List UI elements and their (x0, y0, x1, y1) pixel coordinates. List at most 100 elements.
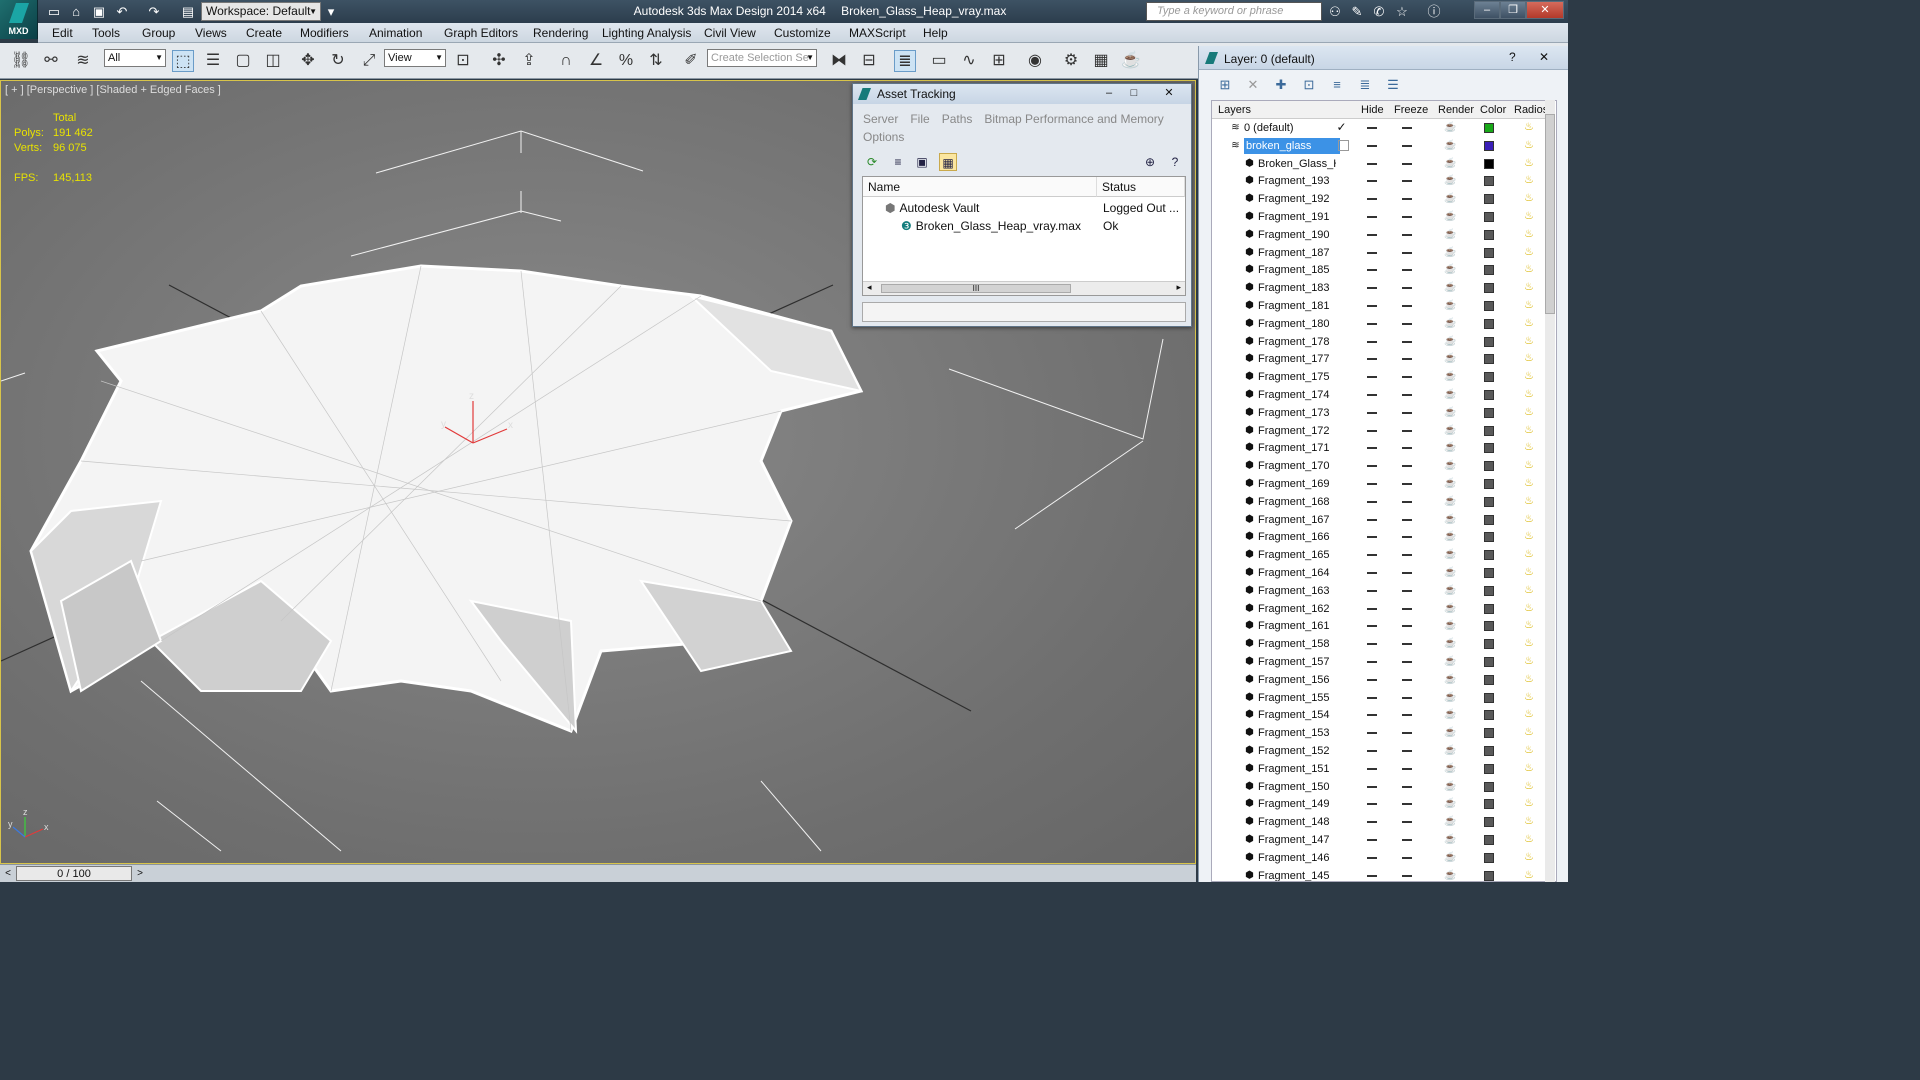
new-file-icon[interactable]: ▭ (45, 3, 63, 20)
layer-color-swatch[interactable] (1484, 390, 1494, 400)
freeze-toggle[interactable] (1402, 340, 1412, 343)
table-row[interactable]: ❸ Broken_Glass_Heap_vray.max (901, 217, 1097, 235)
add-to-layer-icon[interactable]: ✚ (1271, 76, 1291, 94)
radiosity-icon[interactable]: ♨ (1524, 298, 1538, 313)
layer-color-swatch[interactable] (1484, 657, 1494, 667)
viewport-label-menu[interactable]: [ + ] [Perspective ] [Shaded + Edged Fac… (5, 84, 221, 96)
hide-toggle[interactable] (1367, 572, 1377, 574)
freeze-all-layers-icon[interactable]: ☰ (1383, 76, 1403, 94)
select-and-link-icon[interactable]: ⛓ (10, 50, 32, 72)
workspace-select[interactable]: Workspace: Default ▼ (201, 2, 321, 21)
radiosity-icon[interactable]: ♨ (1524, 245, 1538, 260)
hide-toggle[interactable] (1367, 198, 1377, 201)
layer-row[interactable]: ⬢ Fragment_146 ☕ ♨ (1212, 849, 1546, 867)
render-teapot-icon[interactable]: ☕ (1444, 709, 1456, 720)
render-teapot-icon[interactable]: ☕ (1444, 656, 1456, 667)
layer-row[interactable]: ⬢ Fragment_162 ☕ ♨ (1212, 600, 1546, 618)
radiosity-icon[interactable]: ♨ (1524, 779, 1538, 794)
time-slider-previous-button[interactable]: < (2, 867, 14, 881)
layer-row[interactable]: ⬢ Fragment_165 ☕ ♨ (1212, 546, 1546, 564)
render-teapot-icon[interactable]: ☕ (1444, 300, 1456, 311)
layer-row[interactable]: ⬢ Fragment_187 ☕ ♨ (1212, 244, 1546, 262)
render-teapot-icon[interactable]: ☕ (1444, 389, 1456, 400)
layer-row[interactable]: ⬢ Fragment_168 ☕ ♨ (1212, 493, 1546, 511)
layer-color-swatch[interactable] (1484, 621, 1494, 632)
freeze-toggle[interactable] (1402, 358, 1412, 361)
layer-row[interactable]: ≋ 0 (default) ✓ ☕ ♨ (1212, 119, 1546, 137)
menu-maxscript[interactable]: MAXScript (849, 26, 906, 40)
layer-color-swatch[interactable] (1484, 728, 1494, 739)
freeze-toggle[interactable] (1402, 661, 1412, 663)
radiosity-icon[interactable]: ♨ (1524, 369, 1538, 384)
radiosity-icon[interactable]: ♨ (1524, 458, 1538, 473)
select-and-rotate-icon[interactable]: ↻ (327, 50, 349, 72)
hide-toggle[interactable] (1367, 340, 1377, 343)
favorites-star-icon[interactable]: ☆ (1393, 3, 1411, 20)
layer-row[interactable]: ⬢ Fragment_185 ☕ ♨ (1212, 261, 1546, 279)
layer-vertical-scrollbar[interactable] (1544, 100, 1556, 882)
layer-row[interactable]: ⬢ Fragment_173 ☕ ♨ (1212, 404, 1546, 422)
minimize-button[interactable]: – (1474, 1, 1500, 19)
hide-toggle[interactable] (1367, 625, 1377, 628)
hide-toggle[interactable] (1367, 839, 1377, 841)
menu-graph-editors[interactable]: Graph Editors (444, 26, 518, 40)
select-object-icon[interactable]: ⬚ (172, 50, 194, 72)
freeze-toggle[interactable] (1402, 251, 1412, 254)
restore-button[interactable]: ❐ (1500, 1, 1526, 19)
freeze-toggle[interactable] (1402, 732, 1412, 735)
radiosity-icon[interactable]: ♨ (1524, 316, 1538, 331)
layer-row[interactable]: ⬢ Fragment_152 ☕ ♨ (1212, 742, 1546, 760)
freeze-toggle[interactable] (1402, 216, 1412, 218)
asset-menu-options[interactable]: Options (863, 130, 904, 144)
hide-toggle[interactable] (1367, 144, 1377, 147)
highlight-selected-icon[interactable]: ≡ (1327, 76, 1347, 94)
layer-color-swatch[interactable] (1484, 265, 1494, 276)
layer-row[interactable]: ⬢ Fragment_149 ☕ ♨ (1212, 795, 1546, 813)
vault-connect-icon[interactable]: ⊕ (1141, 153, 1159, 171)
close-button[interactable]: ✕ (1526, 1, 1564, 19)
hide-toggle[interactable] (1367, 233, 1377, 236)
freeze-toggle[interactable] (1402, 233, 1412, 236)
freeze-toggle[interactable] (1402, 127, 1412, 129)
render-teapot-icon[interactable]: ☕ (1444, 425, 1456, 436)
hide-toggle[interactable] (1367, 127, 1377, 129)
hide-toggle[interactable] (1367, 661, 1377, 663)
menu-lighting-analysis[interactable]: Lighting Analysis (602, 26, 691, 40)
column-header-freeze[interactable]: Freeze (1394, 101, 1428, 119)
rectangular-selection-icon[interactable]: ▢ (232, 50, 254, 72)
asset-help-icon[interactable]: ? (1166, 153, 1184, 171)
unlink-icon[interactable]: ⚯ (40, 50, 62, 72)
layer-color-swatch[interactable] (1484, 158, 1494, 169)
column-header-hide[interactable]: Hide (1361, 101, 1384, 119)
layer-row[interactable]: ⬢ Fragment_178 ☕ ♨ (1212, 333, 1546, 351)
time-slider[interactable]: 0 / 100 (16, 866, 132, 881)
freeze-toggle[interactable] (1402, 821, 1412, 824)
layer-color-swatch[interactable] (1484, 639, 1494, 650)
layer-color-swatch[interactable] (1484, 585, 1494, 596)
scroll-right-icon[interactable]: ▸ (1176, 282, 1181, 293)
radiosity-icon[interactable]: ♨ (1524, 618, 1538, 633)
column-header-status[interactable]: Status (1097, 177, 1185, 197)
hide-toggle[interactable] (1367, 483, 1377, 485)
freeze-toggle[interactable] (1402, 144, 1412, 147)
list-view-icon[interactable]: ≡ (889, 153, 907, 171)
render-teapot-icon[interactable]: ☕ (1444, 816, 1456, 827)
render-teapot-icon[interactable]: ☕ (1444, 549, 1456, 560)
layer-color-swatch[interactable] (1484, 479, 1494, 489)
render-teapot-icon[interactable]: ☕ (1444, 336, 1456, 347)
radiosity-icon[interactable]: ♨ (1524, 814, 1538, 829)
layer-row[interactable]: ⬢ Fragment_190 ☕ ♨ (1212, 226, 1546, 244)
layer-color-swatch[interactable] (1484, 835, 1494, 845)
undo-icon[interactable]: ↶ (113, 3, 131, 20)
hide-toggle[interactable] (1367, 429, 1377, 432)
layer-color-swatch[interactable] (1484, 710, 1494, 721)
hide-toggle[interactable] (1367, 269, 1377, 272)
render-teapot-icon[interactable]: ☕ (1444, 781, 1456, 792)
hide-toggle[interactable] (1367, 376, 1377, 379)
render-teapot-icon[interactable]: ☕ (1444, 211, 1456, 222)
freeze-toggle[interactable] (1402, 465, 1412, 468)
render-teapot-icon[interactable]: ☕ (1444, 140, 1456, 151)
pivot-center-icon[interactable]: ⊡ (452, 50, 474, 72)
layer-color-swatch[interactable] (1484, 532, 1494, 543)
layer-color-swatch[interactable] (1484, 212, 1494, 222)
